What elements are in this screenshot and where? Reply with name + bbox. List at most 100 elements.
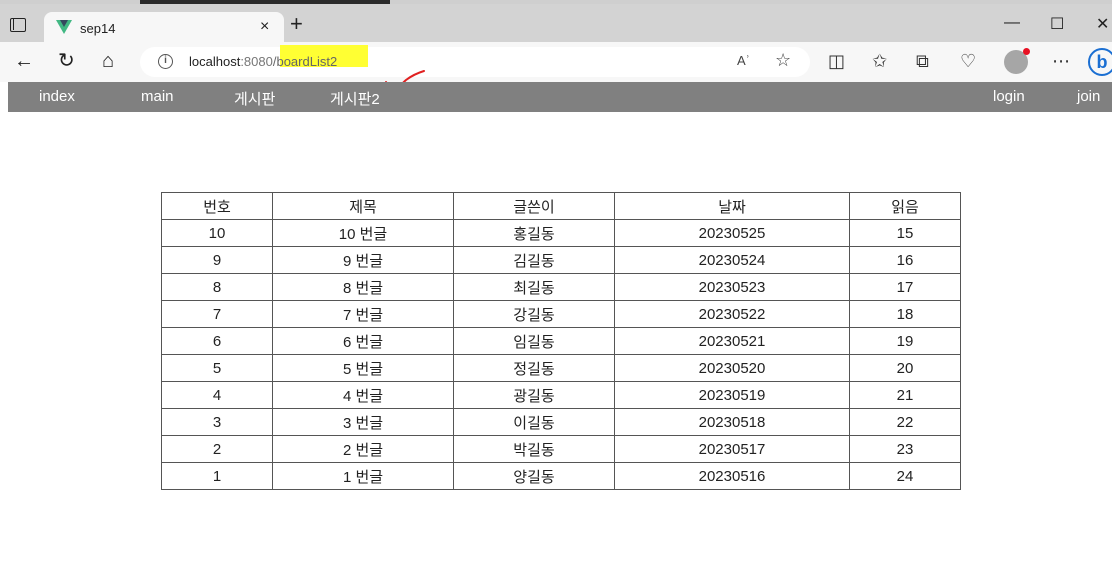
url-host: localhost [189, 54, 241, 69]
collections-icon[interactable]: ⧉ [916, 51, 929, 71]
nav-link-main[interactable]: main [141, 88, 174, 105]
browser-tab-bar: sep14 × + — ☐ ✕ [0, 4, 1112, 46]
address-bar[interactable]: i localhost:8080/boardList2 Aʾ ☆ [140, 45, 810, 77]
cell-number: 1 [161, 462, 273, 490]
cell-writer: 김길동 [453, 246, 615, 274]
minimize-button[interactable]: — [1004, 14, 1020, 32]
cell-date: 20230520 [614, 354, 850, 382]
cell-date: 20230518 [614, 408, 850, 436]
vue-favicon-icon [56, 20, 72, 34]
cell-writer: 양길동 [453, 462, 615, 490]
notification-dot [1023, 48, 1030, 55]
new-tab-button[interactable]: + [290, 13, 303, 35]
header-number: 번호 [161, 192, 273, 220]
cell-date: 20230521 [614, 327, 850, 355]
cell-number: 4 [161, 381, 273, 409]
cell-title[interactable]: 3 번글 [272, 408, 454, 436]
url-path: /boardList2 [272, 54, 338, 69]
bing-copilot-icon[interactable]: b [1088, 48, 1112, 76]
profile-avatar[interactable] [1004, 48, 1030, 74]
cell-date: 20230516 [614, 462, 850, 490]
cell-writer: 이길동 [453, 408, 615, 436]
table-row[interactable]: 77 번글 강길동 20230522 18 [161, 300, 961, 328]
cell-title[interactable]: 4 번글 [272, 381, 454, 409]
favorites-icon[interactable]: ✩ [872, 51, 887, 71]
cell-title[interactable]: 5 번글 [272, 354, 454, 382]
cell-number: 2 [161, 435, 273, 463]
cell-title[interactable]: 2 번글 [272, 435, 454, 463]
cell-date: 20230519 [614, 381, 850, 409]
board-table-body: 10 10 번글 홍길동 20230525 15 9 9 번글 김길동 20230524 16 8 8… [161, 219, 961, 490]
header-title: 제목 [272, 192, 454, 220]
split-screen-icon[interactable]: ◫ [828, 51, 845, 71]
tab-close-icon[interactable]: × [260, 18, 269, 36]
back-icon[interactable]: ← [14, 50, 34, 72]
cell-number: 7 [161, 300, 273, 328]
site-info-icon[interactable]: i [158, 54, 173, 69]
cell-read-count: 19 [849, 327, 961, 355]
table-row[interactable]: 99 번글 김길동 20230524 16 [161, 246, 961, 274]
cell-read-count: 23 [849, 435, 961, 463]
nav-link-login[interactable]: login [993, 88, 1025, 105]
tab-actions-icon[interactable] [10, 18, 26, 32]
nav-link-board[interactable]: 게시판 [234, 88, 275, 109]
cell-date: 20230517 [614, 435, 850, 463]
cell-title[interactable]: 7 번글 [272, 300, 454, 328]
table-header-row: 번호 제목 글쓴이 날짜 읽음 [161, 192, 961, 220]
cell-number: 9 [161, 246, 273, 274]
cell-title[interactable]: 6 번글 [272, 327, 454, 355]
table-row[interactable]: 22 번글 박길동 20230517 23 [161, 435, 961, 463]
close-window-button[interactable]: ✕ [1096, 14, 1109, 34]
refresh-icon[interactable]: ↻ [58, 50, 75, 72]
cell-writer: 박길동 [453, 435, 615, 463]
cell-read-count: 16 [849, 246, 961, 274]
cell-title[interactable]: 9 번글 [272, 246, 454, 274]
cell-date: 20230522 [614, 300, 850, 328]
cell-number: 3 [161, 408, 273, 436]
table-row[interactable]: 88 번글 최길동 20230523 17 [161, 273, 961, 301]
nav-link-index[interactable]: index [39, 88, 75, 105]
home-icon[interactable]: ⌂ [102, 50, 114, 72]
cell-read-count: 17 [849, 273, 961, 301]
table-row[interactable]: 55 번글 정길동 20230520 20 [161, 354, 961, 382]
board-list-table: 번호 제목 글쓴이 날짜 읽음 10 10 번글 홍길동 20230525 15 9 9 번… [161, 192, 961, 490]
table-row[interactable]: 44 번글 광길동 20230519 21 [161, 381, 961, 409]
url-port: :8080 [240, 54, 273, 69]
browser-toolbar: ← ↻ ⌂ i localhost:8080/boardList2 Aʾ ☆ ◫… [0, 42, 1112, 82]
header-read-count: 읽음 [849, 192, 961, 220]
cell-date: 20230525 [614, 219, 850, 247]
cell-writer: 광길동 [453, 381, 615, 409]
maximize-button[interactable]: ☐ [1050, 14, 1064, 34]
cell-title[interactable]: 8 번글 [272, 273, 454, 301]
cell-read-count: 15 [849, 219, 961, 247]
cell-date: 20230524 [614, 246, 850, 274]
tab-title: sep14 [80, 21, 116, 36]
browser-essentials-icon[interactable]: ♡ [960, 51, 976, 71]
cell-read-count: 21 [849, 381, 961, 409]
table-row[interactable]: 10 10 번글 홍길동 20230525 15 [161, 219, 961, 247]
cell-writer: 강길동 [453, 300, 615, 328]
table-row[interactable]: 66 번글 임길동 20230521 19 [161, 327, 961, 355]
cell-number: 8 [161, 273, 273, 301]
cell-title[interactable]: 10 번글 [272, 219, 454, 247]
cell-number: 10 [161, 219, 273, 247]
site-navbar: index main 게시판 게시판2 login join [8, 82, 1112, 112]
cell-read-count: 18 [849, 300, 961, 328]
cell-number: 6 [161, 327, 273, 355]
favorite-star-icon[interactable]: ☆ [775, 50, 791, 71]
table-row[interactable]: 11 번글 양길동 20230516 24 [161, 462, 961, 490]
cell-writer: 홍길동 [453, 219, 615, 247]
browser-tab-active[interactable]: sep14 × [44, 12, 284, 46]
nav-link-join[interactable]: join [1077, 88, 1100, 105]
cell-date: 20230523 [614, 273, 850, 301]
cell-read-count: 20 [849, 354, 961, 382]
table-row[interactable]: 33 번글 이길동 20230518 22 [161, 408, 961, 436]
more-menu-icon[interactable]: ⋯ [1052, 51, 1070, 71]
header-date: 날짜 [614, 192, 850, 220]
read-aloud-icon[interactable]: Aʾ [737, 53, 750, 68]
url-text[interactable]: localhost:8080/boardList2 [189, 54, 337, 69]
cell-writer: 최길동 [453, 273, 615, 301]
nav-link-board2[interactable]: 게시판2 [330, 88, 380, 109]
cell-title[interactable]: 1 번글 [272, 462, 454, 490]
cell-number: 5 [161, 354, 273, 382]
